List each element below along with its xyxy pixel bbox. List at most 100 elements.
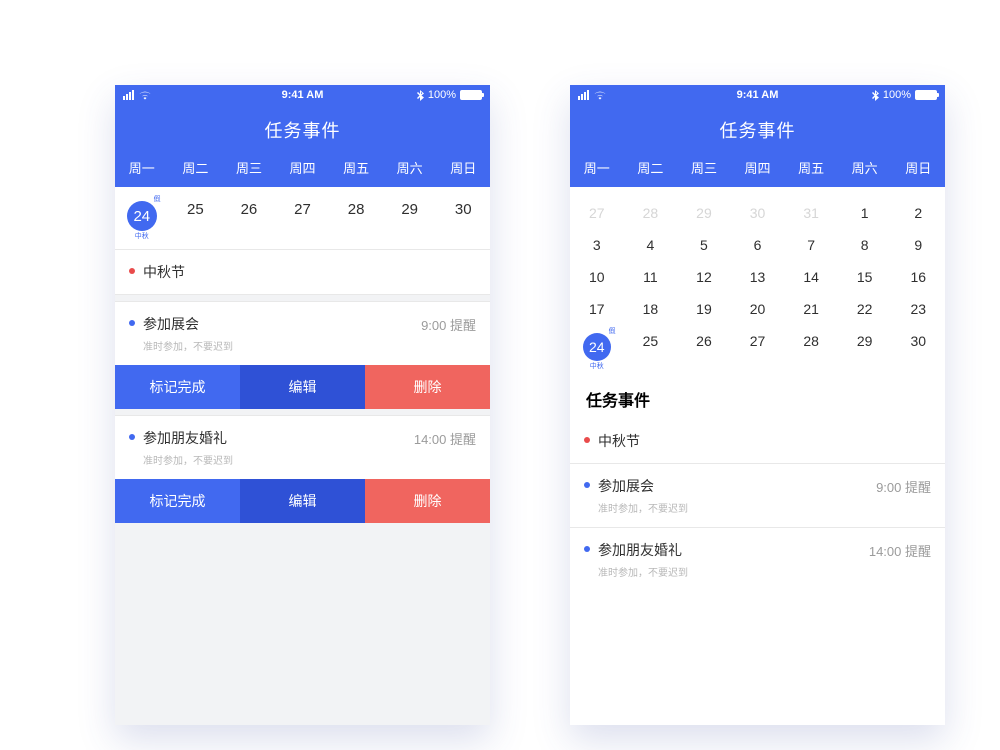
date-cell[interactable]: 10 — [570, 269, 624, 285]
weekday-label: 周六 — [838, 158, 892, 177]
date-cell[interactable]: 5 — [677, 237, 731, 253]
battery-icon — [460, 90, 482, 100]
date-cell[interactable]: 26 — [222, 201, 276, 231]
task-title: 参加展会 — [598, 476, 866, 496]
task-dot-icon — [129, 434, 135, 440]
date-cell[interactable]: 30 — [891, 333, 945, 361]
date-cell[interactable]: 26 — [677, 333, 731, 361]
task-time: 9:00 提醒 — [421, 315, 476, 334]
weekday-label: 周四 — [276, 158, 330, 177]
mark-complete-button[interactable]: 标记完成 — [115, 479, 240, 523]
task-row[interactable]: 参加朋友婚礼准时参加，不要迟到 14:00 提醒 — [570, 528, 945, 591]
task-dot-icon — [129, 320, 135, 326]
task-time: 14:00 提醒 — [869, 541, 931, 560]
date-cell[interactable]: 31 — [784, 205, 838, 221]
task-row[interactable]: 中秋节 — [115, 250, 490, 295]
task-note: 准时参加，不要迟到 — [598, 564, 859, 579]
status-time: 9:41 AM — [115, 89, 490, 101]
date-cell[interactable]: 24假中秋 — [115, 201, 169, 231]
mark-complete-button[interactable]: 标记完成 — [115, 365, 240, 409]
date-cell[interactable]: 30 — [731, 205, 785, 221]
date-cell[interactable]: 27 — [276, 201, 330, 231]
weekday-label: 周日 — [891, 158, 945, 177]
phone-month-view: 9:41 AM 100% 任务事件 周一周二周三周四周五周六周日 2728293… — [570, 85, 945, 725]
task-note: 准时参加，不要迟到 — [143, 452, 404, 467]
date-cell[interactable]: 16 — [891, 269, 945, 285]
date-cell[interactable]: 7 — [784, 237, 838, 253]
date-cell[interactable]: 14 — [784, 269, 838, 285]
edit-button[interactable]: 编辑 — [240, 365, 365, 409]
date-cell[interactable]: 1 — [838, 205, 892, 221]
date-cell[interactable]: 17 — [570, 301, 624, 317]
date-cell[interactable]: 22 — [838, 301, 892, 317]
date-cell[interactable]: 12 — [677, 269, 731, 285]
date-cell[interactable]: 4 — [624, 237, 678, 253]
task-row[interactable]: 中秋节 — [570, 419, 945, 464]
task-title: 中秋节 — [598, 431, 931, 451]
task-item[interactable]: 中秋节 — [115, 250, 490, 295]
weekday-label: 周五 — [329, 158, 383, 177]
date-cell[interactable]: 29 — [383, 201, 437, 231]
page-title: 任务事件 — [115, 117, 490, 143]
tasks-section-title: 任务事件 — [570, 375, 945, 419]
date-cell[interactable]: 6 — [731, 237, 785, 253]
date-cell[interactable]: 27 — [731, 333, 785, 361]
status-bar: 9:41 AM 100% — [570, 85, 945, 105]
date-cell[interactable]: 28 — [784, 333, 838, 361]
task-title: 中秋节 — [143, 262, 476, 282]
date-cell[interactable]: 15 — [838, 269, 892, 285]
task-item[interactable]: 参加朋友婚礼准时参加，不要迟到 14:00 提醒标记完成编辑删除 — [115, 415, 490, 523]
date-cell[interactable]: 11 — [624, 269, 678, 285]
edit-button[interactable]: 编辑 — [240, 479, 365, 523]
task-time: 14:00 提醒 — [414, 429, 476, 448]
weekday-label: 周二 — [169, 158, 223, 177]
task-title: 参加朋友婚礼 — [143, 428, 404, 448]
app-header: 任务事件 — [115, 105, 490, 153]
status-bar: 9:41 AM 100% — [115, 85, 490, 105]
weekday-label: 周六 — [383, 158, 437, 177]
date-cell[interactable]: 29 — [838, 333, 892, 361]
date-cell[interactable]: 9 — [891, 237, 945, 253]
date-cell[interactable]: 25 — [169, 201, 223, 231]
app-header: 任务事件 — [570, 105, 945, 153]
calendar-row: 10111213141516 — [570, 261, 945, 293]
weekday-label: 周三 — [677, 158, 731, 177]
battery-icon — [915, 90, 937, 100]
date-cell[interactable]: 19 — [677, 301, 731, 317]
weekday-label: 周日 — [436, 158, 490, 177]
calendar-row: 17181920212223 — [570, 293, 945, 325]
date-cell[interactable]: 24假中秋 — [570, 333, 624, 361]
date-cell[interactable]: 28 — [624, 205, 678, 221]
calendar-row: 3456789 — [570, 229, 945, 261]
task-dot-icon — [584, 437, 590, 443]
task-row[interactable]: 参加展会准时参加，不要迟到9:00 提醒 — [115, 302, 490, 365]
date-cell[interactable]: 29 — [677, 205, 731, 221]
weekday-label: 周二 — [624, 158, 678, 177]
task-actions: 标记完成编辑删除 — [115, 365, 490, 409]
date-cell[interactable]: 20 — [731, 301, 785, 317]
date-cell[interactable]: 28 — [329, 201, 383, 231]
status-time: 9:41 AM — [570, 89, 945, 101]
task-title: 参加朋友婚礼 — [598, 540, 859, 560]
delete-button[interactable]: 删除 — [365, 365, 490, 409]
date-cell[interactable]: 2 — [891, 205, 945, 221]
week-date-row: 24假中秋252627282930 — [115, 187, 490, 250]
calendar-row: 272829303112 — [570, 197, 945, 229]
date-cell[interactable]: 23 — [891, 301, 945, 317]
date-cell[interactable]: 25 — [624, 333, 678, 361]
date-cell[interactable]: 18 — [624, 301, 678, 317]
task-item[interactable]: 参加展会准时参加，不要迟到9:00 提醒标记完成编辑删除 — [115, 301, 490, 409]
date-cell[interactable]: 21 — [784, 301, 838, 317]
task-title: 参加展会 — [143, 314, 411, 334]
weekday-header: 周一周二周三周四周五周六周日 — [115, 153, 490, 187]
delete-button[interactable]: 删除 — [365, 479, 490, 523]
task-row[interactable]: 参加朋友婚礼准时参加，不要迟到 14:00 提醒 — [115, 416, 490, 479]
phone-week-view: 9:41 AM 100% 任务事件 周一周二周三周四周五周六周日 24假中秋25… — [115, 85, 490, 725]
date-cell[interactable]: 27 — [570, 205, 624, 221]
task-row[interactable]: 参加展会准时参加，不要迟到9:00 提醒 — [570, 464, 945, 528]
weekday-label: 周五 — [784, 158, 838, 177]
date-cell[interactable]: 13 — [731, 269, 785, 285]
date-cell[interactable]: 3 — [570, 237, 624, 253]
date-cell[interactable]: 30 — [436, 201, 490, 231]
date-cell[interactable]: 8 — [838, 237, 892, 253]
